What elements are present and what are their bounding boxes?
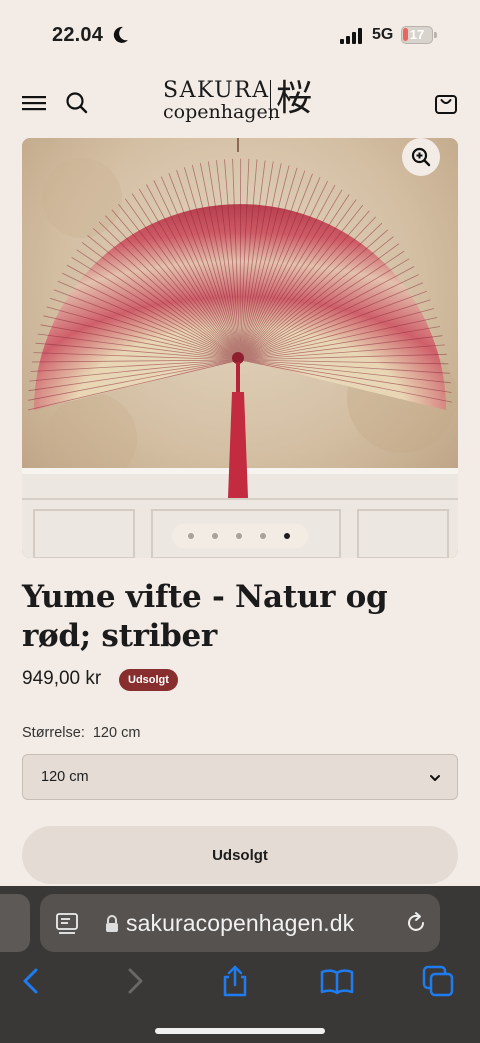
tabs-icon[interactable] <box>421 964 455 998</box>
previous-tab-preview[interactable] <box>0 894 30 952</box>
status-time: 22.04 <box>52 24 104 46</box>
logo-kanji: 桜 <box>276 78 313 119</box>
gallery-dot[interactable] <box>236 533 242 539</box>
logo-wordmark-top: SAKURA <box>163 78 270 103</box>
bookmarks-icon[interactable] <box>320 964 354 998</box>
lock-icon <box>106 915 118 932</box>
fan-photo <box>22 138 458 558</box>
size-select-value: 120 cm <box>41 769 89 785</box>
browser-toolbar: sakuracopenhagen.dk <box>0 886 480 1043</box>
gallery-pagination <box>172 524 308 548</box>
gallery-dot[interactable] <box>188 533 194 539</box>
site-logo[interactable]: SAKURA copenhagen 桜 <box>163 78 323 128</box>
size-selected-value: 120 cm <box>92 725 141 741</box>
zoom-in-icon <box>411 147 431 167</box>
moon-icon <box>113 26 128 43</box>
gallery-dot[interactable] <box>284 533 290 539</box>
reload-icon[interactable] <box>404 911 428 935</box>
search-icon[interactable] <box>64 90 90 116</box>
battery-tip <box>434 32 437 38</box>
size-select[interactable]: 120 cm <box>22 754 458 800</box>
signal-icon <box>340 28 362 44</box>
product-image[interactable] <box>22 138 458 558</box>
url-text: sakuracopenhagen.dk <box>126 910 355 936</box>
forward-icon[interactable] <box>118 964 152 998</box>
share-icon[interactable] <box>218 964 252 998</box>
logo-divider <box>270 80 271 120</box>
status-bar: 22.04 5G 17 <box>0 0 480 70</box>
chevron-down-icon <box>430 775 440 781</box>
menu-icon[interactable] <box>21 90 47 116</box>
gallery-dot[interactable] <box>260 533 266 539</box>
size-label-text: Størrelse: <box>22 725 85 741</box>
network-type: 5G <box>372 26 394 43</box>
sold-out-badge: Udsolgt <box>119 669 178 691</box>
product-price: 949,00 kr <box>22 668 102 689</box>
back-icon[interactable] <box>14 964 48 998</box>
zoom-button[interactable] <box>402 138 440 176</box>
sold-out-button[interactable]: Udsolgt <box>22 826 458 884</box>
battery-level: 17 <box>409 27 425 42</box>
logo-wordmark-bottom: copenhagen <box>163 101 280 123</box>
site-header: SAKURA copenhagen 桜 <box>0 70 480 136</box>
gallery-dot[interactable] <box>212 533 218 539</box>
page-menu-icon[interactable] <box>56 912 78 934</box>
product-title: Yume vifte - Natur og rød; striber <box>22 579 388 654</box>
address-bar[interactable]: sakuracopenhagen.dk <box>40 894 440 952</box>
size-label: Størrelse: 120 cm <box>22 725 140 741</box>
home-indicator <box>155 1028 325 1034</box>
cart-icon[interactable] <box>433 90 459 116</box>
battery-icon: 17 <box>401 26 433 44</box>
